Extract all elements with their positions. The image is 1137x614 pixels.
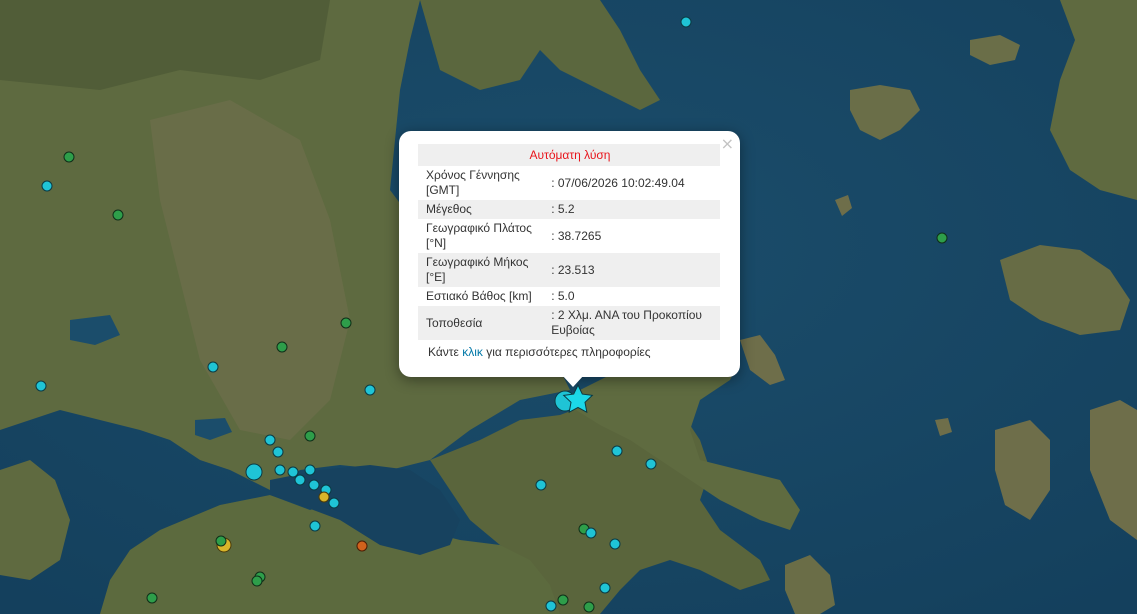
event-popup: × Αυτόματη λύση Χρόνος Γέννησης [GMT] : 0…	[399, 131, 740, 377]
event-marker[interactable]	[609, 538, 621, 550]
row-value: : 23.513	[545, 253, 720, 287]
row-label: Γεωγραφικό Πλάτος [°N]	[426, 221, 532, 250]
event-marker[interactable]	[308, 479, 320, 491]
event-marker[interactable]	[535, 479, 547, 491]
event-marker[interactable]	[245, 463, 263, 481]
event-marker[interactable]	[304, 464, 316, 476]
event-marker[interactable]	[309, 520, 321, 532]
row-label: Εστιακό Βάθος [km]	[426, 289, 532, 303]
event-marker[interactable]	[583, 601, 595, 613]
event-marker[interactable]	[340, 317, 352, 329]
row-value: : 07/06/2026 10:02:49.04	[551, 175, 685, 190]
event-marker[interactable]	[545, 600, 557, 612]
event-marker[interactable]	[146, 592, 158, 604]
event-marker[interactable]	[215, 535, 227, 547]
event-marker[interactable]	[41, 180, 53, 192]
popup-footer: Κάντε κλικ για περισσότερες πληροφορίες	[428, 345, 651, 359]
event-marker[interactable]	[207, 361, 219, 373]
event-marker[interactable]	[611, 445, 623, 457]
event-marker[interactable]	[936, 232, 948, 244]
event-marker[interactable]	[557, 594, 569, 606]
row-label: Χρόνος Γέννησης [GMT]	[426, 168, 520, 197]
popup-tip	[562, 375, 584, 387]
event-marker[interactable]	[272, 446, 284, 458]
event-marker[interactable]	[287, 466, 299, 478]
row-label: Τοποθεσία	[418, 306, 546, 340]
row-label: Μέγεθος	[418, 200, 546, 219]
event-marker[interactable]	[276, 341, 288, 353]
more-info-link[interactable]: κλικ	[462, 345, 483, 359]
event-details-table: Αυτόματη λύση Χρόνος Γέννησης [GMT] : 07/…	[418, 144, 720, 340]
row-label: Γεωγραφικό Μήκος [°E]	[418, 253, 546, 287]
row-value: : 2 Χλμ. ΑΝΑ του Προκοπίου Ευβοίας	[545, 306, 720, 340]
event-marker[interactable]	[294, 474, 306, 486]
event-marker[interactable]	[304, 430, 316, 442]
event-marker[interactable]	[680, 16, 692, 28]
popup-header: Αυτόματη λύση	[418, 144, 720, 166]
event-marker[interactable]	[328, 497, 340, 509]
event-marker[interactable]	[112, 209, 124, 221]
event-marker[interactable]	[585, 527, 597, 539]
event-marker[interactable]	[264, 434, 276, 446]
event-marker[interactable]	[645, 458, 657, 470]
event-marker[interactable]	[364, 384, 376, 396]
event-marker[interactable]	[274, 464, 286, 476]
event-marker[interactable]	[599, 582, 611, 594]
row-value: : 5.2	[545, 200, 720, 219]
event-marker[interactable]	[35, 380, 47, 392]
row-value: : 5.0	[551, 289, 575, 303]
event-marker[interactable]	[251, 575, 263, 587]
event-marker[interactable]	[318, 491, 330, 503]
row-value: : 38.7265	[551, 228, 602, 243]
event-marker[interactable]	[63, 151, 75, 163]
close-icon[interactable]: ×	[721, 134, 734, 153]
event-marker[interactable]	[356, 540, 368, 552]
